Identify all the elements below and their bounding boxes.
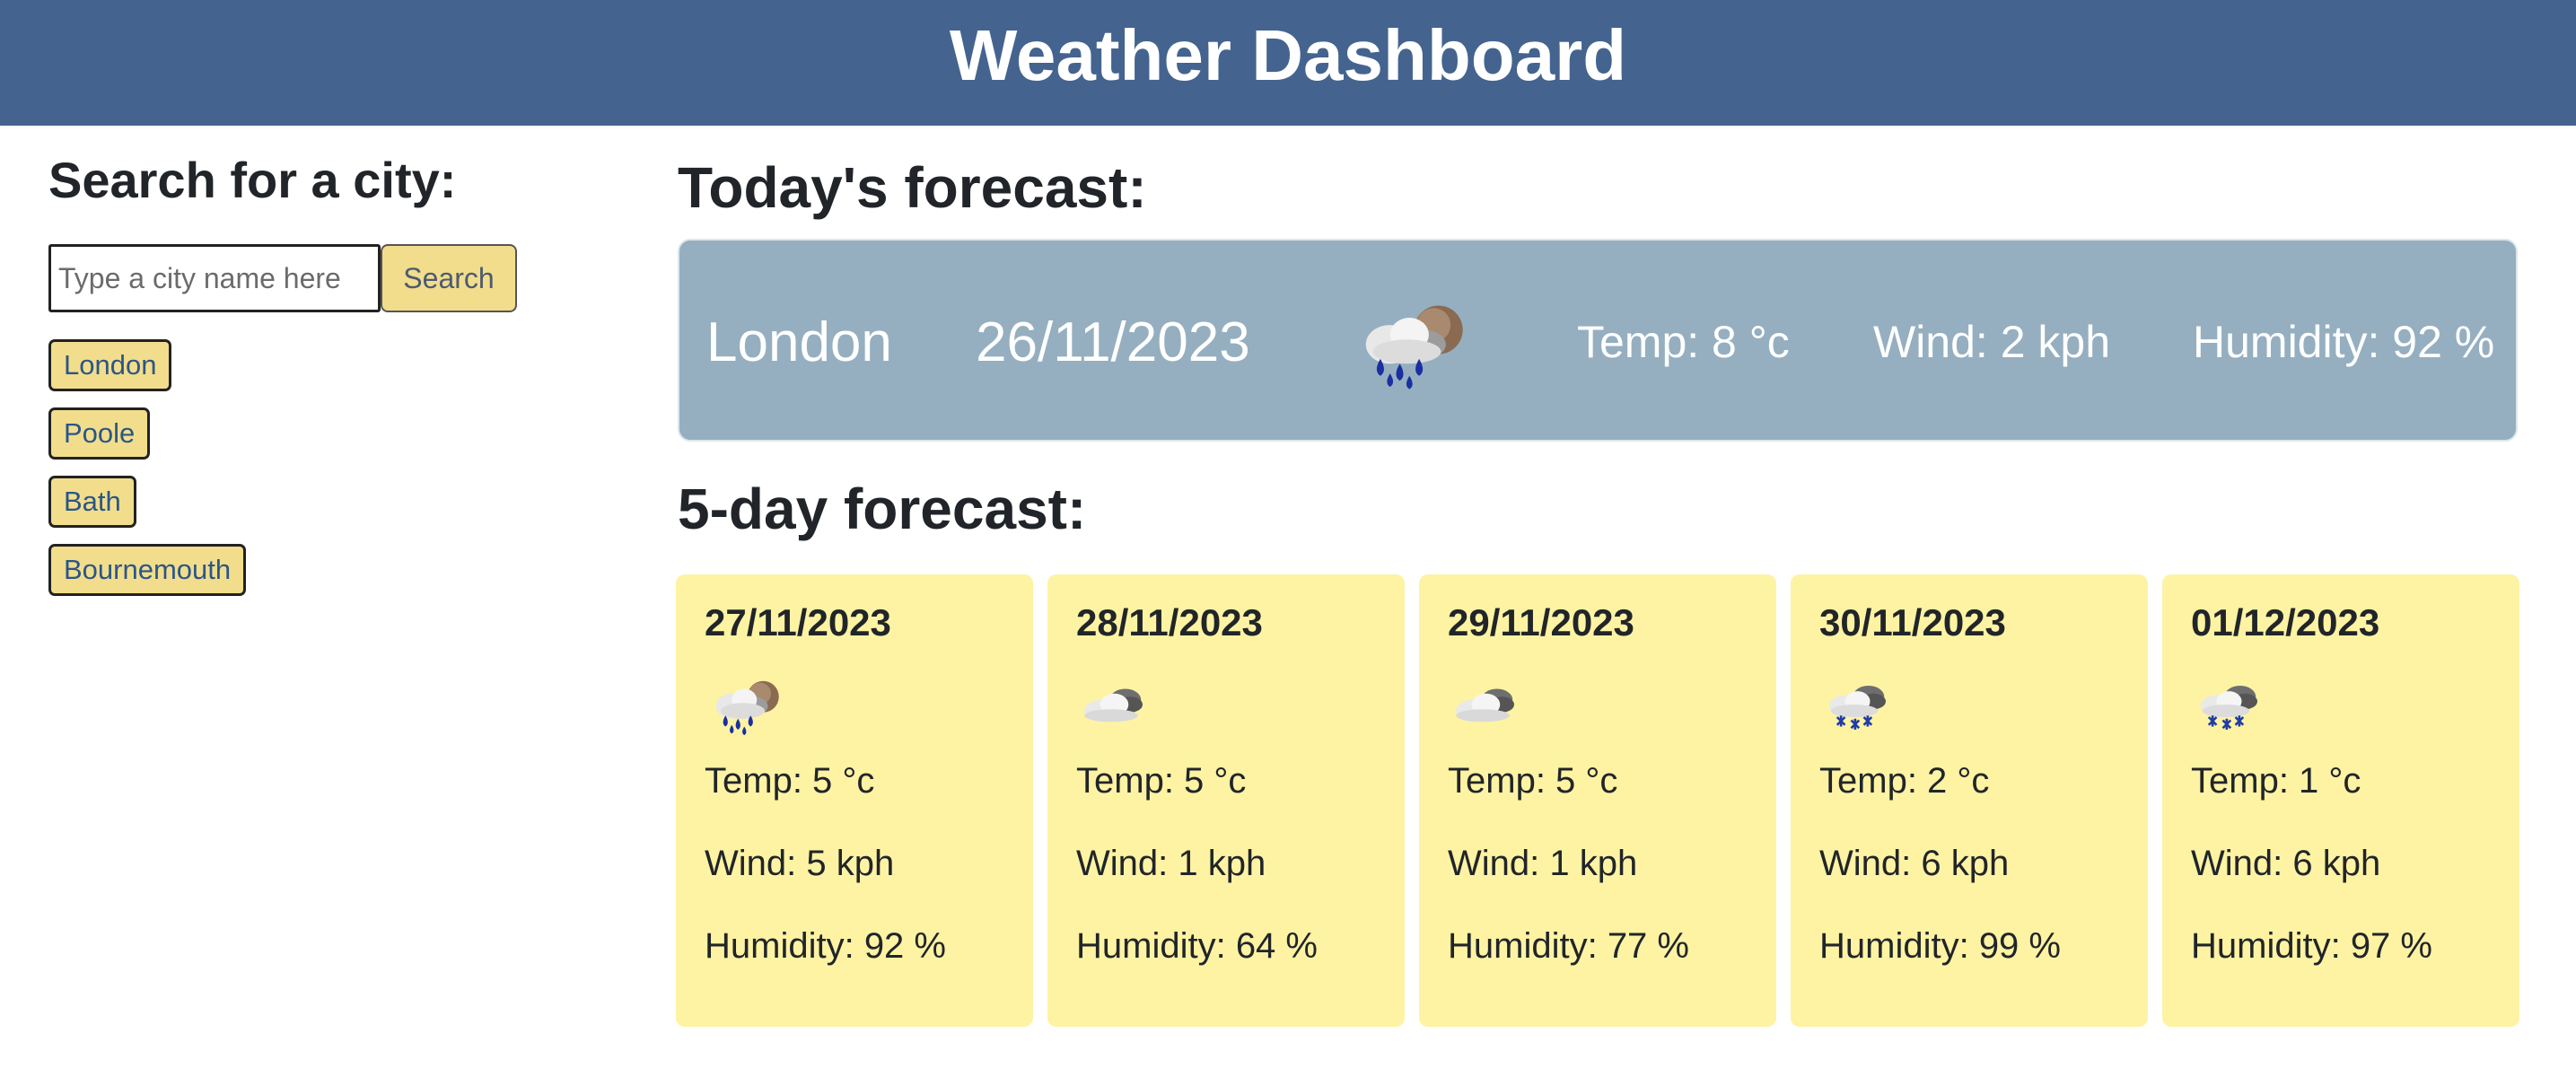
search-row: Search <box>48 244 517 312</box>
five-day-heading: 5-day forecast: <box>678 477 1087 541</box>
forecast-date: 29/11/2023 <box>1448 601 1634 644</box>
forecast-date: 28/11/2023 <box>1076 601 1263 644</box>
forecast-wind: Wind: 1 kph <box>1076 844 1266 883</box>
forecast-card: 30/11/2023 Temp: 2 °c Wind: 6 kph Humidi… <box>1791 574 2148 1027</box>
forecast-date: 01/12/2023 <box>2191 601 2380 644</box>
forecast-wind: Wind: 1 kph <box>1448 844 1638 883</box>
forecast-card: 29/11/2023 Temp: 5 °c Wind: 1 kph Humidi… <box>1419 574 1776 1027</box>
history-button-london[interactable]: London <box>48 339 172 391</box>
search-heading: Search for a city: <box>48 152 457 208</box>
today-city: London <box>706 311 892 373</box>
forecast-wind: Wind: 6 kph <box>2191 844 2381 883</box>
today-temp: Temp: 8 °c <box>1577 317 1790 367</box>
today-humidity: Humidity: 92 % <box>2193 317 2495 367</box>
today-forecast-panel: London 26/11/2023 Temp: 8 °c Wind: 2 kph… <box>678 239 2518 442</box>
sidebar: Search for a city: Search London Poole B… <box>48 151 605 596</box>
forecast-temp: Temp: 5 °c <box>1448 761 1618 801</box>
rain-cloud-sun-icon <box>1353 241 1471 443</box>
forecast-wind: Wind: 5 kph <box>705 844 895 883</box>
app-title: Weather Dashboard <box>949 15 1627 95</box>
today-wind: Wind: 2 kph <box>1873 317 2111 367</box>
forecast-temp: Temp: 2 °c <box>1819 761 1990 801</box>
history-button-bournemouth[interactable]: Bournemouth <box>48 544 247 596</box>
forecast-temp: Temp: 5 °c <box>1076 761 1247 801</box>
today-date: 26/11/2023 <box>976 311 1250 373</box>
snow-cloud-icon <box>1823 673 1898 740</box>
forecast-card: 01/12/2023 Temp: 1 °c Wind: 6 kph Humidi… <box>2162 574 2519 1027</box>
forecast-date: 27/11/2023 <box>705 601 891 644</box>
cloud-icon <box>1080 673 1155 740</box>
rain-cloud-sun-icon <box>708 673 784 740</box>
search-history: London Poole Bath Bournemouth <box>48 339 247 612</box>
forecast-card: 27/11/2023 Temp: 5 °c Wind: 5 kph Humidi… <box>676 574 1033 1027</box>
snow-cloud-icon <box>2195 673 2270 740</box>
city-search-input[interactable] <box>48 244 381 312</box>
forecast-card: 28/11/2023 Temp: 5 °c Wind: 1 kph Humidi… <box>1047 574 1405 1027</box>
forecast-temp: Temp: 1 °c <box>2191 761 2361 801</box>
forecast-wind: Wind: 6 kph <box>1819 844 2010 883</box>
app-header: Weather Dashboard <box>0 0 2576 126</box>
history-button-bath[interactable]: Bath <box>48 476 136 528</box>
forecast-humidity: Humidity: 77 % <box>1448 926 1689 966</box>
forecast-date: 30/11/2023 <box>1819 601 2006 644</box>
forecast-humidity: Humidity: 97 % <box>2191 926 2432 966</box>
today-heading: Today's forecast: <box>678 155 1147 220</box>
search-button[interactable]: Search <box>381 244 517 312</box>
cloud-icon <box>1451 673 1527 740</box>
main-content: Today's forecast: London 26/11/2023 Temp… <box>676 154 2519 1027</box>
forecast-humidity: Humidity: 64 % <box>1076 926 1318 966</box>
history-button-poole[interactable]: Poole <box>48 407 151 460</box>
forecast-temp: Temp: 5 °c <box>705 761 875 801</box>
forecast-humidity: Humidity: 92 % <box>705 926 946 966</box>
forecast-humidity: Humidity: 99 % <box>1819 926 2061 966</box>
